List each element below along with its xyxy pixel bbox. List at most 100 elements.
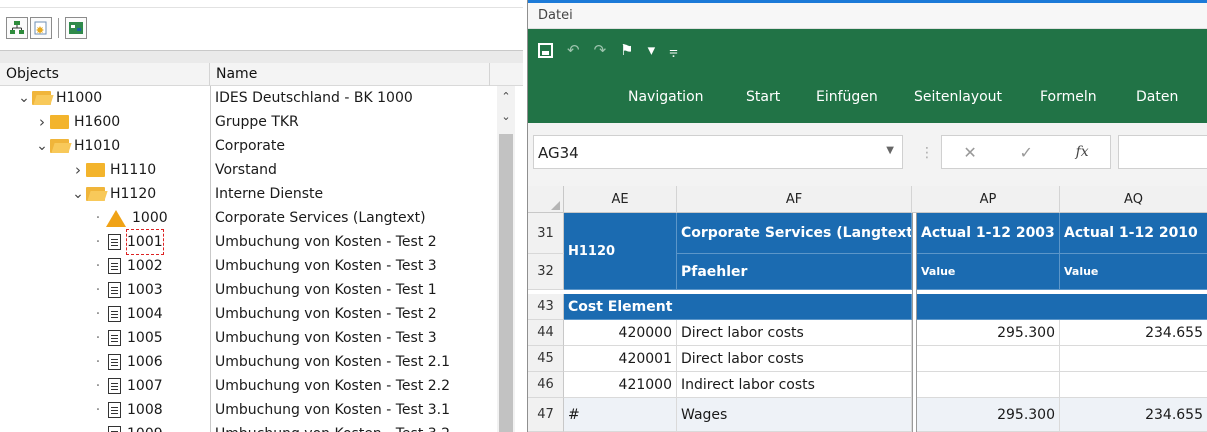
- chevron-right-icon[interactable]: ›: [36, 110, 48, 134]
- tree-row[interactable]: · 1006 Umbuchung von Kosten - Test 2.1: [0, 350, 497, 374]
- cell-aq-title[interactable]: Actual 1-12 2010: [1060, 213, 1207, 254]
- cell-code[interactable]: 420001: [564, 346, 677, 372]
- tree-node[interactable]: · 1006: [92, 350, 163, 374]
- cell-label[interactable]: Indirect labor costs: [677, 372, 912, 398]
- cell-code[interactable]: 420000: [564, 320, 677, 346]
- cell-ap-value[interactable]: 295.300: [917, 398, 1060, 432]
- cell-label[interactable]: Direct labor costs: [677, 320, 912, 346]
- enter-icon[interactable]: ✓: [1019, 143, 1032, 162]
- cell-aq-value[interactable]: 234.655: [1060, 398, 1207, 432]
- column-header-aq[interactable]: AQ: [1060, 186, 1207, 213]
- name-box[interactable]: AG34 ▼: [533, 135, 903, 169]
- format-painter-icon[interactable]: ⚑: [620, 41, 633, 59]
- column-header-name[interactable]: Name: [210, 63, 490, 86]
- tree-node[interactable]: ⌄ H1000: [18, 86, 102, 110]
- cell-aq-value[interactable]: [1060, 372, 1207, 398]
- tree-node[interactable]: ⌄ H1120: [72, 182, 156, 206]
- cell-label[interactable]: Wages: [677, 398, 912, 432]
- tab-daten[interactable]: Daten: [1136, 89, 1178, 105]
- tree-node[interactable]: · 1001: [92, 229, 164, 255]
- cell-label[interactable]: Direct labor costs: [677, 346, 912, 372]
- cell-ap-value[interactable]: [917, 346, 1060, 372]
- cell-aq-value[interactable]: [1060, 346, 1207, 372]
- insert-function-icon[interactable]: fx: [1076, 144, 1089, 160]
- column-header-objects[interactable]: Objects: [0, 63, 210, 86]
- hierarchy-icon[interactable]: [6, 17, 28, 39]
- chevron-down-icon[interactable]: ⌄: [36, 134, 48, 158]
- menu-datei[interactable]: Datei: [538, 8, 573, 23]
- cell-section[interactable]: Cost Element: [564, 294, 912, 320]
- tree-node[interactable]: · 1002: [92, 254, 163, 278]
- row-header-46[interactable]: 46: [528, 372, 564, 398]
- tree-row[interactable]: · 1009 Umbuchung von Kosten - Test 3.2: [0, 422, 497, 432]
- tree-scrollbar[interactable]: ⌃ ⌄: [497, 86, 515, 432]
- tab-seitenlayout[interactable]: Seitenlayout: [914, 89, 1002, 105]
- tree-node[interactable]: · 1007: [92, 374, 163, 398]
- tree-node[interactable]: · 1009: [92, 422, 163, 432]
- tree-row[interactable]: ⌄ H1120 Interne Dienste: [0, 182, 497, 206]
- tab-navigation[interactable]: Navigation: [628, 89, 704, 105]
- scroll-down-icon[interactable]: ⌄: [497, 108, 515, 126]
- customize-qat-icon[interactable]: ⩦: [669, 41, 678, 59]
- cell-code[interactable]: 421000: [564, 372, 677, 398]
- cell-aq-value[interactable]: 234.655: [1060, 320, 1207, 346]
- cancel-icon[interactable]: ✕: [963, 143, 976, 162]
- tree-node[interactable]: › H1110: [72, 158, 156, 182]
- cell-aq-sub[interactable]: Value: [1060, 254, 1207, 290]
- tree-row[interactable]: › H1110 Vorstand: [0, 158, 497, 182]
- assign-icon[interactable]: [65, 17, 87, 39]
- tree-row[interactable]: ⌄ H1000 IDES Deutschland - BK 1000: [0, 86, 497, 110]
- dropdown-icon[interactable]: ▾: [648, 41, 656, 59]
- tree-row[interactable]: · 1001 Umbuchung von Kosten - Test 2: [0, 229, 497, 255]
- row-header-43[interactable]: 43: [528, 294, 564, 320]
- cell-af-title[interactable]: Corporate Services (Langtext): [677, 213, 912, 254]
- column-header-af[interactable]: AF: [677, 186, 912, 213]
- tree-node[interactable]: · 1005: [92, 326, 163, 350]
- chevron-down-icon[interactable]: ⌄: [18, 86, 30, 110]
- cell-entity[interactable]: H1120: [564, 213, 677, 290]
- row-header-31[interactable]: 31: [528, 213, 564, 254]
- tree-row[interactable]: › H1600 Gruppe TKR: [0, 110, 497, 134]
- save-icon[interactable]: [538, 42, 553, 58]
- cell-code[interactable]: #: [564, 398, 677, 432]
- tree-row[interactable]: · 1002 Umbuchung von Kosten - Test 3: [0, 254, 497, 278]
- row-header-32[interactable]: 32: [528, 254, 564, 290]
- cell-section-fill[interactable]: [917, 294, 1207, 320]
- cell-ap-value[interactable]: 295.300: [917, 320, 1060, 346]
- tab-start[interactable]: Start: [746, 89, 780, 105]
- tree-row[interactable]: · 1000 Corporate Services (Langtext): [0, 206, 497, 230]
- new-node-icon[interactable]: [30, 17, 52, 39]
- cell-ap-title[interactable]: Actual 1-12 2003: [917, 213, 1060, 254]
- tree-row[interactable]: · 1003 Umbuchung von Kosten - Test 1: [0, 278, 497, 302]
- chevron-right-icon[interactable]: ›: [72, 158, 84, 182]
- tree-row[interactable]: · 1007 Umbuchung von Kosten - Test 2.2: [0, 374, 497, 398]
- tree-row[interactable]: · 1004 Umbuchung von Kosten - Test 2: [0, 302, 497, 326]
- chevron-down-icon[interactable]: ▼: [886, 145, 894, 156]
- scroll-thumb[interactable]: [499, 134, 513, 432]
- tree-node[interactable]: ⌄ H1010: [36, 134, 120, 158]
- undo-icon[interactable]: ↶: [567, 41, 580, 59]
- select-all-corner[interactable]: [528, 186, 564, 213]
- column-header-ae[interactable]: AE: [564, 186, 677, 213]
- tree-node[interactable]: · 1008: [92, 398, 163, 422]
- tree-node[interactable]: · 1003: [92, 278, 163, 302]
- tree-node[interactable]: › H1600: [36, 110, 120, 134]
- row-header-44[interactable]: 44: [528, 320, 564, 346]
- tree-node[interactable]: · 1000: [92, 206, 168, 230]
- freeze-split[interactable]: [912, 213, 917, 432]
- column-header-ap[interactable]: AP: [917, 186, 1060, 213]
- row-header-47[interactable]: 47: [528, 398, 564, 432]
- chevron-down-icon[interactable]: ⌄: [72, 182, 84, 206]
- scroll-up-icon[interactable]: ⌃: [497, 88, 515, 106]
- tree-row[interactable]: ⌄ H1010 Corporate: [0, 134, 497, 158]
- cell-ap-value[interactable]: [917, 372, 1060, 398]
- tree-row[interactable]: · 1008 Umbuchung von Kosten - Test 3.1: [0, 398, 497, 422]
- tree-node[interactable]: · 1004: [92, 302, 163, 326]
- cell-af-sub[interactable]: Pfaehler: [677, 254, 912, 290]
- row-header-45[interactable]: 45: [528, 346, 564, 372]
- redo-icon[interactable]: ↷: [594, 41, 607, 59]
- formula-input[interactable]: [1118, 135, 1207, 169]
- tab-formeln[interactable]: Formeln: [1040, 89, 1097, 105]
- cell-ap-sub[interactable]: Value: [917, 254, 1060, 290]
- tab-einfuegen[interactable]: Einfügen: [816, 89, 878, 105]
